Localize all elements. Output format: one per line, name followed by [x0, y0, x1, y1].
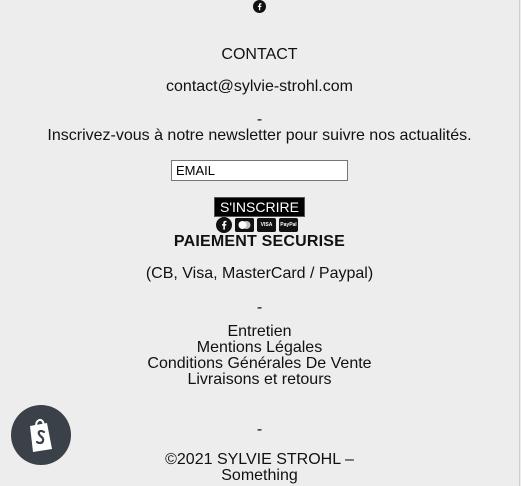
link-entretien[interactable]: Entretien: [0, 324, 519, 340]
copyright: ©2021 SYLVIE STROHL – Something: [0, 452, 519, 484]
payment-icons: VISA PayPal: [216, 217, 298, 233]
subscribe-button[interactable]: S'INSCRIRE: [214, 197, 305, 217]
contact-email-link[interactable]: contact@sylvie-strohl.com: [0, 78, 519, 96]
newsletter-email-input[interactable]: [171, 160, 348, 181]
footer-links: Entretien Mentions Légales Conditions Gé…: [0, 324, 519, 388]
contact-title: CONTACT: [221, 46, 298, 63]
payment-title: PAIEMENT SECURISE: [173, 233, 346, 250]
footer: CONTACT contact@sylvie-strohl.com - Insc…: [0, 0, 520, 486]
visa-icon: VISA: [257, 218, 276, 232]
paypal-icon: PayPal: [279, 218, 298, 232]
separator: -: [256, 421, 263, 438]
facebook-link[interactable]: [0, 0, 519, 14]
facebook-icon[interactable]: [216, 217, 232, 233]
copyright-line: ©2021 SYLVIE STROHL –: [165, 451, 354, 468]
facebook-icon: [253, 0, 266, 17]
shopify-bag-icon: [30, 418, 52, 452]
separator: -: [256, 299, 263, 316]
newsletter-text: Inscrivez-vous à notre newsletter pour s…: [47, 127, 472, 144]
mastercard-icon: [235, 218, 254, 232]
link-livraisons-retours[interactable]: Livraisons et retours: [0, 372, 519, 388]
payment-subtitle: (CB, Visa, MasterCard / Paypal): [145, 265, 374, 282]
copyright-line: Something: [221, 467, 298, 484]
link-mentions-legales[interactable]: Mentions Légales: [0, 340, 519, 356]
shopify-chat-button[interactable]: [11, 405, 71, 465]
link-cgv[interactable]: Conditions Générales De Vente: [0, 356, 519, 372]
